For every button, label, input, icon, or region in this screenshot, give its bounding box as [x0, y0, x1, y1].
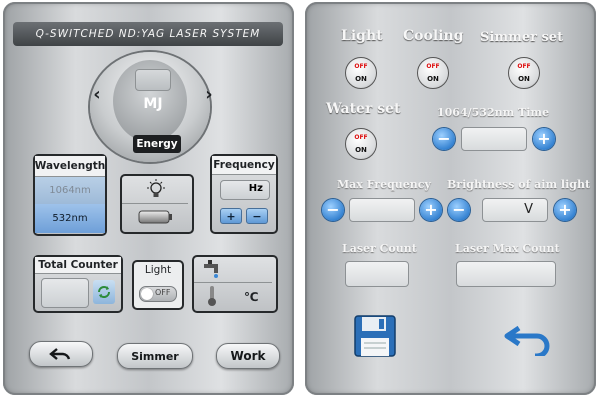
total-counter-label: Total Counter: [35, 257, 121, 274]
divider: [194, 282, 272, 283]
divider: [122, 203, 188, 204]
total-counter-field: [41, 278, 89, 308]
wavelength-option-532[interactable]: 532nm: [35, 204, 105, 233]
max-frequency-plus-button[interactable]: +: [420, 199, 442, 221]
water-set-switch-label: Water set: [326, 101, 401, 117]
light-toggle-box: Light OFF: [132, 260, 184, 310]
frequency-field[interactable]: Hz: [220, 180, 270, 200]
switch-off-label: OFF: [354, 63, 368, 70]
right-settings-panel: Light Cooling Simmer set OFF ON OFF ON O…: [305, 2, 596, 395]
cooling-box: ℃: [192, 255, 278, 313]
frequency-label: Frequency: [212, 156, 276, 175]
total-counter-box: Total Counter: [33, 255, 123, 313]
switch-on-label: ON: [427, 75, 439, 83]
energy-label: Energy: [133, 135, 181, 153]
max-frequency-field[interactable]: [349, 198, 415, 222]
brightness-minus-button[interactable]: −: [448, 199, 470, 221]
time-minus-button[interactable]: −: [433, 128, 455, 150]
laser-max-count-field[interactable]: [456, 261, 556, 287]
faucet-icon: [202, 259, 226, 279]
switch-on-label: ON: [355, 75, 367, 83]
frequency-plus-button[interactable]: +: [220, 208, 242, 224]
max-frequency-minus-button[interactable]: −: [322, 199, 344, 221]
back-button[interactable]: [29, 341, 93, 367]
light-toggle-switch[interactable]: OFF: [139, 286, 177, 302]
lamp-status-box: [120, 174, 194, 234]
system-title: Q-SWITCHED ND:YAG LASER SYSTEM: [13, 22, 283, 46]
chevron-right-icon[interactable]: ›: [201, 84, 217, 105]
switch-off-label: OFF: [426, 63, 440, 70]
toggle-knob: [141, 288, 153, 300]
time-field[interactable]: [461, 127, 527, 151]
refresh-icon[interactable]: [93, 280, 115, 304]
return-icon[interactable]: [501, 320, 555, 359]
brightness-field[interactable]: V: [482, 198, 548, 222]
light-toggle-state: OFF: [155, 288, 171, 297]
time-plus-button[interactable]: +: [533, 128, 555, 150]
laser-max-count-label: Laser Max Count: [455, 242, 560, 255]
wavelength-option-1064[interactable]: 1064nm: [35, 177, 105, 204]
cooling-switch[interactable]: OFF ON: [417, 57, 449, 89]
lightbulb-icon: [142, 178, 170, 202]
left-control-panel: Q-SWITCHED ND:YAG LASER SYSTEM MJ Energy…: [3, 2, 294, 395]
switch-on-label: ON: [518, 75, 530, 83]
battery-icon: [138, 208, 174, 226]
light-toggle-label: Light: [144, 264, 172, 276]
thermometer-icon: [206, 285, 218, 307]
brightness-label: Brightness of aim light: [447, 178, 591, 191]
frequency-box: Frequency Hz + −: [210, 154, 278, 234]
brightness-plus-button[interactable]: +: [554, 199, 576, 221]
max-frequency-label: Max Frequency: [337, 178, 431, 191]
undo-icon: [49, 348, 71, 360]
laser-count-label: Laser Count: [342, 242, 417, 255]
floppy-disk-icon[interactable]: [353, 314, 397, 358]
simmer-button[interactable]: Simmer: [117, 343, 193, 369]
switch-on-label: ON: [355, 146, 367, 154]
wavelength-label: Wavelength: [35, 156, 105, 177]
switch-off-label: OFF: [354, 134, 368, 141]
time-label: 1064/532nm Time: [437, 106, 550, 119]
light-switch[interactable]: OFF ON: [345, 57, 377, 89]
frequency-minus-button[interactable]: −: [246, 208, 268, 224]
switch-off-label: OFF: [517, 63, 531, 70]
chevron-left-icon[interactable]: ‹: [89, 84, 105, 105]
laser-count-field: [345, 261, 409, 287]
wavelength-box: Wavelength 1064nm 532nm: [33, 154, 107, 236]
simmer-set-switch-label: Simmer set: [480, 30, 564, 45]
water-set-switch[interactable]: OFF ON: [345, 128, 377, 160]
cooling-unit: ℃: [244, 290, 259, 304]
simmer-set-switch[interactable]: OFF ON: [508, 57, 540, 89]
work-button[interactable]: Work: [216, 343, 280, 369]
frequency-unit: Hz: [248, 183, 263, 194]
brightness-unit: V: [524, 202, 533, 217]
energy-unit: MJ: [143, 96, 163, 112]
cooling-switch-label: Cooling: [403, 28, 464, 44]
light-switch-label: Light: [341, 28, 383, 44]
energy-display: [135, 69, 171, 91]
